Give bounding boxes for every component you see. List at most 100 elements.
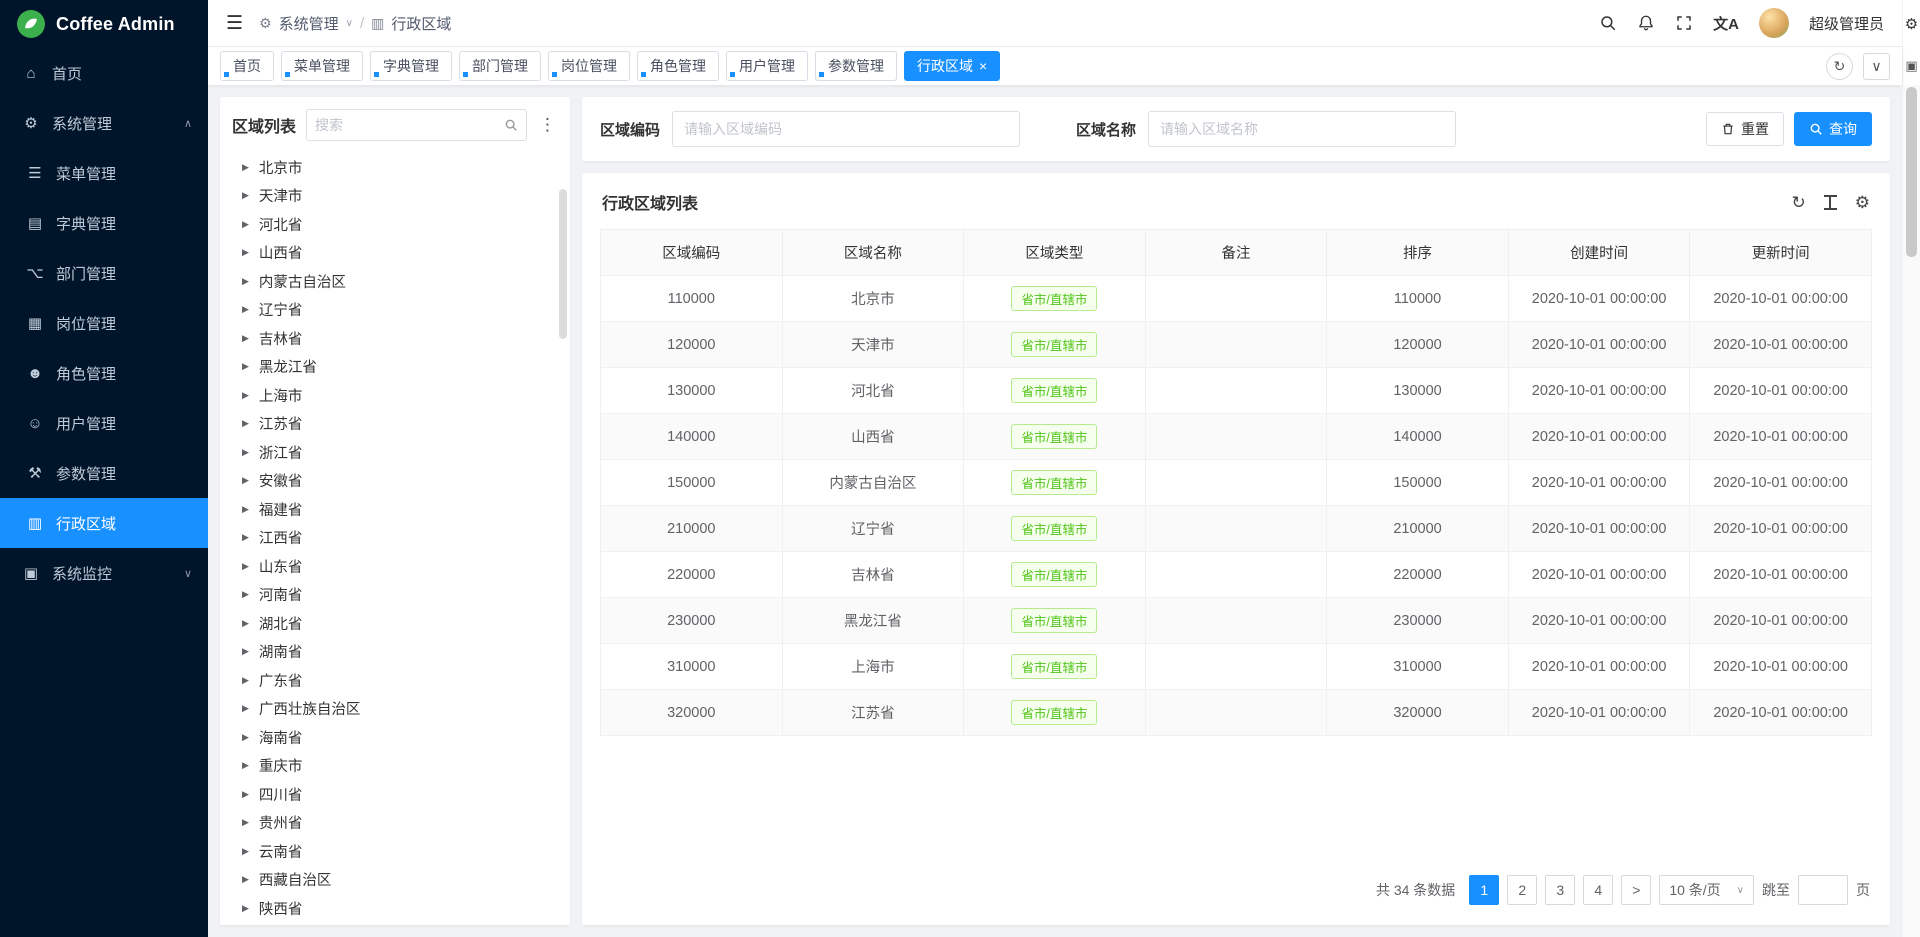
jump-page-input[interactable]	[1798, 875, 1848, 905]
table-row[interactable]: 320000 江苏省 省市/直辖市 320000 2020-10-01 00:0…	[601, 690, 1872, 736]
more-options-icon[interactable]: ⋮	[537, 115, 558, 135]
page-button[interactable]: 4	[1583, 875, 1613, 905]
next-page-button[interactable]: >	[1621, 875, 1651, 905]
caret-right-icon[interactable]: ▶	[242, 703, 249, 714]
panel-expand-icon[interactable]: ▣	[1905, 47, 1917, 85]
tree-item[interactable]: ▶ 四川省	[232, 780, 558, 809]
table-row[interactable]: 140000 山西省 省市/直辖市 140000 2020-10-01 00:0…	[601, 414, 1872, 460]
avatar[interactable]	[1759, 8, 1789, 38]
tree-item[interactable]: ▶ 辽宁省	[232, 296, 558, 325]
translate-icon[interactable]: 文A	[1713, 13, 1739, 34]
tree-item[interactable]: ▶ 安徽省	[232, 467, 558, 496]
page-size-select[interactable]: 10 条/页 ∨	[1659, 875, 1754, 905]
tab[interactable]: 行政区域 ×	[904, 51, 1000, 81]
collapse-sidebar-icon[interactable]: ☰	[226, 12, 243, 35]
table-row[interactable]: 310000 上海市 省市/直辖市 310000 2020-10-01 00:0…	[601, 644, 1872, 690]
page-button[interactable]: 2	[1507, 875, 1537, 905]
tree-scrollbar-thumb[interactable]	[559, 189, 567, 339]
caret-right-icon[interactable]: ▶	[242, 390, 249, 401]
tree-item[interactable]: ▶ 内蒙古自治区	[232, 267, 558, 296]
column-settings-icon[interactable]	[1824, 195, 1837, 210]
caret-right-icon[interactable]: ▶	[242, 618, 249, 629]
tab[interactable]: 字典管理	[370, 51, 452, 81]
tab[interactable]: 参数管理	[815, 51, 897, 81]
gear-icon[interactable]: ⚙	[1855, 194, 1870, 211]
table-row[interactable]: 110000 北京市 省市/直辖市 110000 2020-10-01 00:0…	[601, 276, 1872, 322]
tab[interactable]: 角色管理	[637, 51, 719, 81]
tree-item[interactable]: ▶ 山东省	[232, 552, 558, 581]
caret-right-icon[interactable]: ▶	[242, 190, 249, 201]
tab-close-icon[interactable]: ×	[979, 59, 987, 73]
table-row[interactable]: 150000 内蒙古自治区 省市/直辖市 150000 2020-10-01 0…	[601, 460, 1872, 506]
user-name[interactable]: 超级管理员	[1809, 13, 1884, 34]
tree-item[interactable]: ▶ 河北省	[232, 210, 558, 239]
caret-right-icon[interactable]: ▶	[242, 532, 249, 543]
tree-item[interactable]: ▶ 江苏省	[232, 410, 558, 439]
tree-item[interactable]: ▶ 云南省	[232, 837, 558, 866]
tree-item[interactable]: ▶ 天津市	[232, 182, 558, 211]
caret-right-icon[interactable]: ▶	[242, 304, 249, 315]
tree-search-input[interactable]	[315, 117, 498, 133]
caret-right-icon[interactable]: ▶	[242, 760, 249, 771]
breadcrumb-section[interactable]: 系统管理	[279, 13, 339, 34]
tree-item[interactable]: ▶ 福建省	[232, 495, 558, 524]
caret-right-icon[interactable]: ▶	[242, 789, 249, 800]
caret-right-icon[interactable]: ▶	[242, 874, 249, 885]
sidebar-item-dept-mgmt[interactable]: ⌥ 部门管理	[0, 248, 208, 298]
tree-item[interactable]: ▶ 上海市	[232, 381, 558, 410]
region-name-input[interactable]	[1148, 111, 1456, 147]
tree-item[interactable]: ▶ 西藏自治区	[232, 866, 558, 895]
tree-item[interactable]: ▶ 陕西省	[232, 894, 558, 919]
tree-item[interactable]: ▶ 江西省	[232, 524, 558, 553]
search-icon[interactable]	[504, 118, 518, 132]
sidebar-group-system[interactable]: ⚙ 系统管理 ∧	[0, 98, 208, 148]
sidebar-item-param-mgmt[interactable]: ⚒ 参数管理	[0, 448, 208, 498]
caret-right-icon[interactable]: ▶	[242, 162, 249, 173]
tab[interactable]: 菜单管理	[281, 51, 363, 81]
tree-item[interactable]: ▶ 吉林省	[232, 324, 558, 353]
settings-gear-icon[interactable]: ⚙	[1905, 0, 1918, 47]
tree-item[interactable]: ▶ 北京市	[232, 153, 558, 182]
caret-right-icon[interactable]: ▶	[242, 817, 249, 828]
caret-right-icon[interactable]: ▶	[242, 903, 249, 914]
caret-right-icon[interactable]: ▶	[242, 333, 249, 344]
tab[interactable]: 首页	[220, 51, 274, 81]
tree-item[interactable]: ▶ 贵州省	[232, 809, 558, 838]
caret-right-icon[interactable]: ▶	[242, 447, 249, 458]
tab[interactable]: 岗位管理	[548, 51, 630, 81]
region-code-input[interactable]	[672, 111, 1020, 147]
sidebar-item-user-mgmt[interactable]: ☺ 用户管理	[0, 398, 208, 448]
tab[interactable]: 用户管理	[726, 51, 808, 81]
caret-right-icon[interactable]: ▶	[242, 846, 249, 857]
caret-right-icon[interactable]: ▶	[242, 475, 249, 486]
sidebar-item-home[interactable]: ⌂ 首页	[0, 48, 208, 98]
search-icon[interactable]	[1599, 14, 1617, 32]
table-row[interactable]: 220000 吉林省 省市/直辖市 220000 2020-10-01 00:0…	[601, 552, 1872, 598]
tree-item[interactable]: ▶ 海南省	[232, 723, 558, 752]
tree-item[interactable]: ▶ 湖南省	[232, 638, 558, 667]
tree-item[interactable]: ▶ 重庆市	[232, 752, 558, 781]
table-row[interactable]: 120000 天津市 省市/直辖市 120000 2020-10-01 00:0…	[601, 322, 1872, 368]
tree-item[interactable]: ▶ 黑龙江省	[232, 353, 558, 382]
tree-item[interactable]: ▶ 河南省	[232, 581, 558, 610]
search-button[interactable]: 查询	[1794, 112, 1872, 146]
fullscreen-icon[interactable]	[1675, 14, 1693, 32]
table-row[interactable]: 130000 河北省 省市/直辖市 130000 2020-10-01 00:0…	[601, 368, 1872, 414]
caret-right-icon[interactable]: ▶	[242, 561, 249, 572]
caret-right-icon[interactable]: ▶	[242, 219, 249, 230]
table-row[interactable]: 210000 辽宁省 省市/直辖市 210000 2020-10-01 00:0…	[601, 506, 1872, 552]
refresh-icon[interactable]: ↻	[1792, 194, 1806, 211]
page-scrollbar-thumb[interactable]	[1906, 87, 1917, 257]
tree-item[interactable]: ▶ 广东省	[232, 666, 558, 695]
tree-item[interactable]: ▶ 山西省	[232, 239, 558, 268]
table-row[interactable]: 230000 黑龙江省 省市/直辖市 230000 2020-10-01 00:…	[601, 598, 1872, 644]
refresh-icon[interactable]: ↻	[1826, 53, 1853, 80]
chevron-down-icon[interactable]: ∨	[1863, 53, 1890, 80]
sidebar-group-monitor[interactable]: ▣ 系统监控 ∨	[0, 548, 208, 598]
sidebar-item-post-mgmt[interactable]: ▦ 岗位管理	[0, 298, 208, 348]
sidebar-item-menu-mgmt[interactable]: ☰ 菜单管理	[0, 148, 208, 198]
caret-right-icon[interactable]: ▶	[242, 418, 249, 429]
tree-item[interactable]: ▶ 浙江省	[232, 438, 558, 467]
reset-button[interactable]: 重置	[1706, 112, 1784, 146]
caret-right-icon[interactable]: ▶	[242, 504, 249, 515]
